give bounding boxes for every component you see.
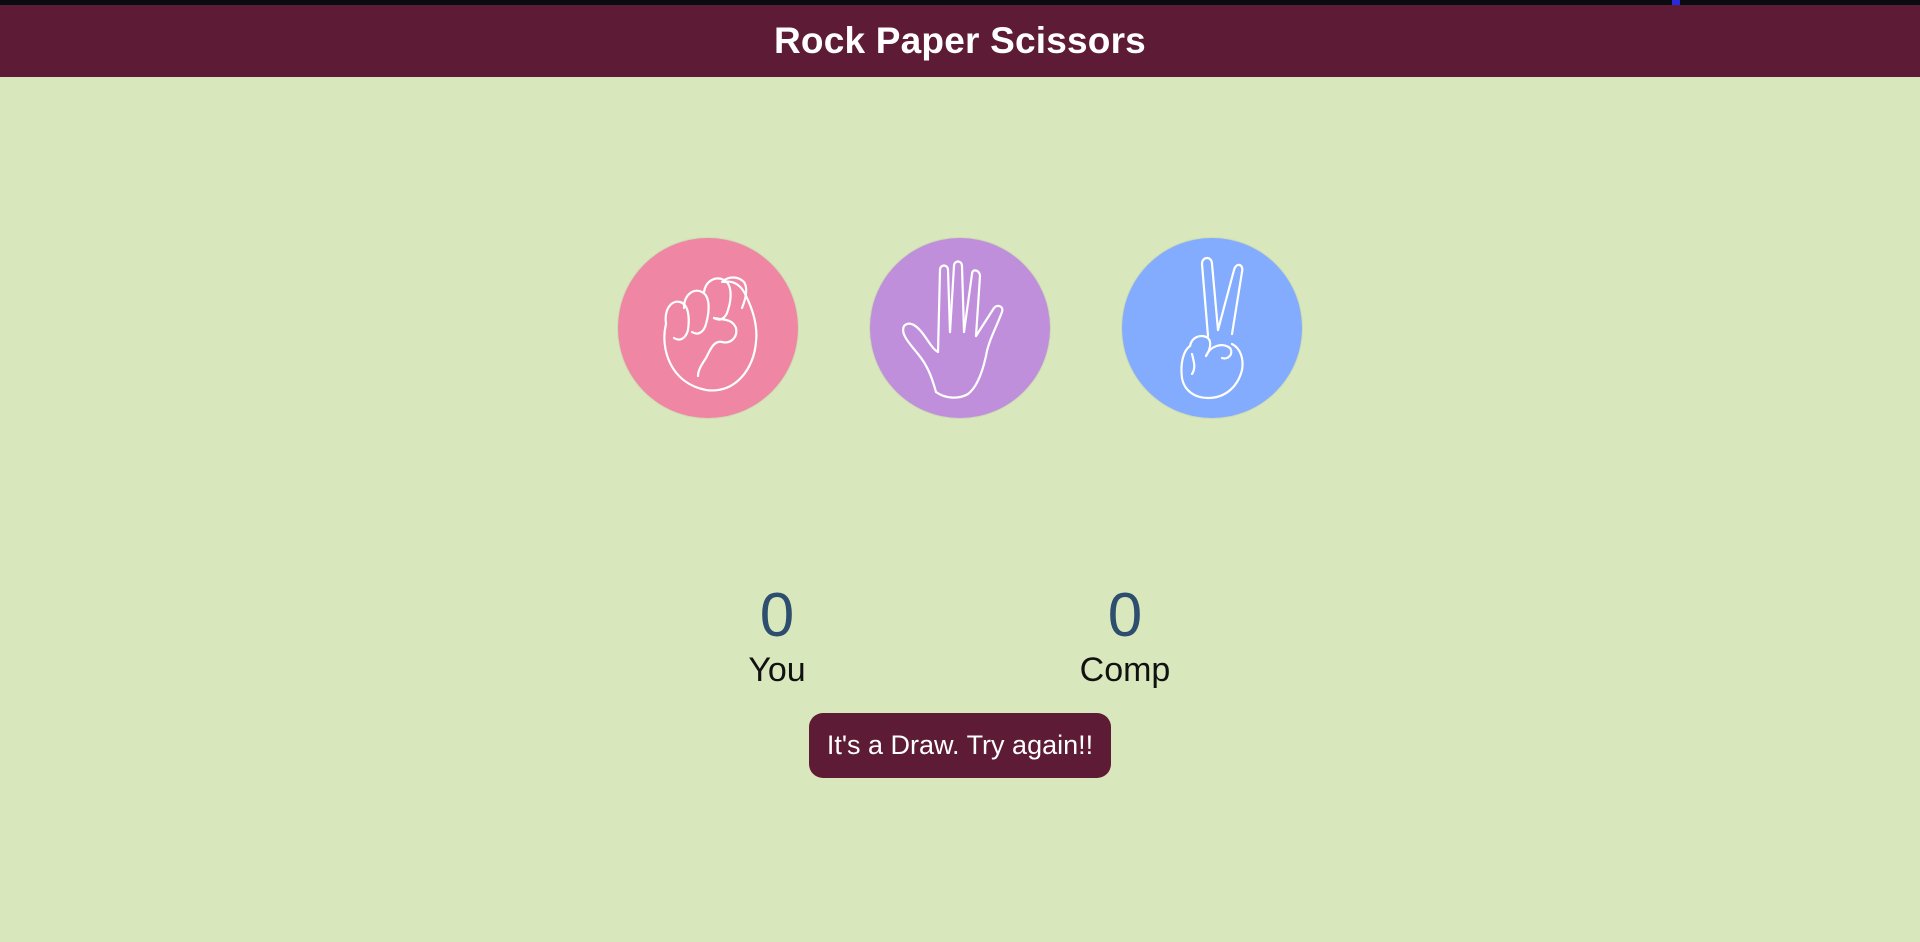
- result-message: It's a Draw. Try again!!: [809, 713, 1111, 778]
- user-score: 0 You: [657, 580, 897, 688]
- user-score-label: You: [748, 651, 806, 689]
- scissors-choice-button[interactable]: [1122, 238, 1302, 418]
- rock-choice-button[interactable]: [618, 238, 798, 418]
- paper-choice-button[interactable]: [870, 238, 1050, 418]
- comp-score-value: 0: [1107, 581, 1143, 650]
- user-score-value: 0: [759, 581, 795, 650]
- choices-row: [0, 238, 1920, 420]
- comp-score-label: Comp: [1079, 651, 1171, 689]
- page-title: Rock Paper Scissors: [774, 20, 1146, 61]
- comp-score: 0 Comp: [1005, 580, 1245, 688]
- open-hand-icon: [902, 260, 1004, 399]
- app-header: Rock Paper Scissors: [0, 5, 1920, 77]
- fist-icon: [663, 276, 758, 392]
- peace-hand-icon: [1180, 256, 1244, 400]
